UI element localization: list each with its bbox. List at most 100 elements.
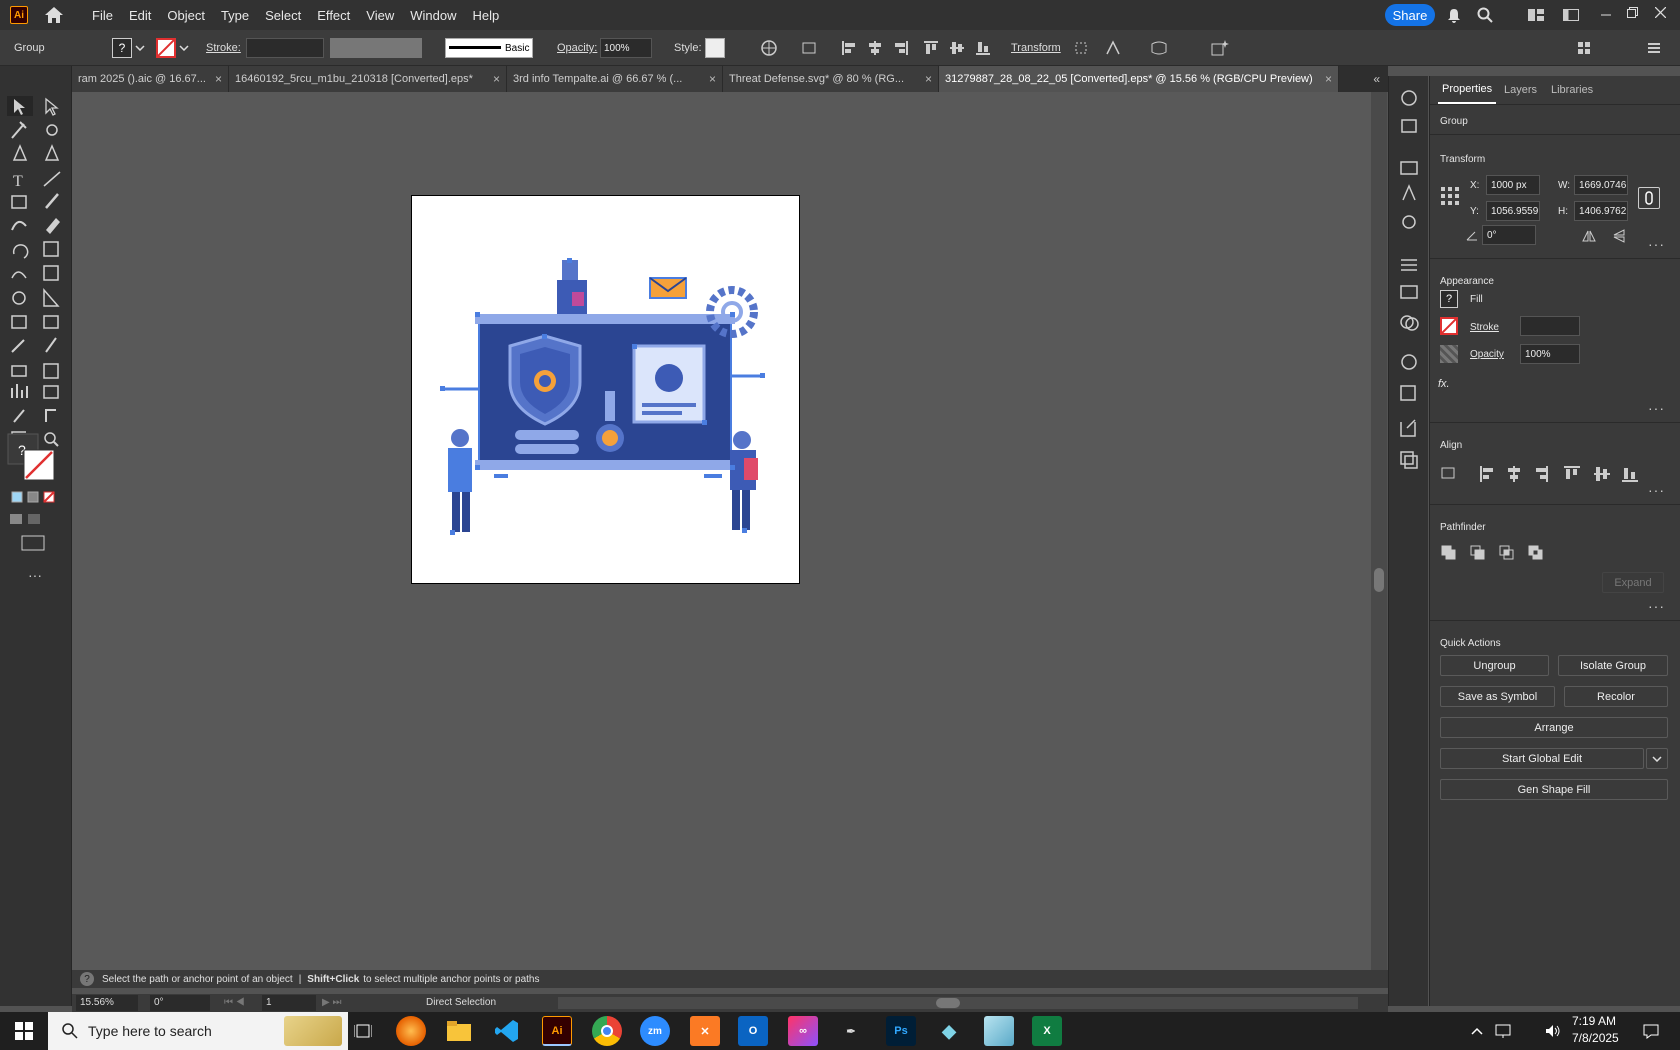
vertical-scrollbar[interactable]	[1371, 92, 1387, 970]
opacity-input[interactable]: 100%	[1520, 344, 1580, 364]
clock-date[interactable]: 7/8/2025	[1572, 1031, 1619, 1045]
transform-link[interactable]: Transform	[1011, 42, 1061, 54]
bell-icon[interactable]	[1446, 7, 1462, 23]
h-input[interactable]: 1406.9762	[1574, 201, 1628, 221]
more-options-icon[interactable]: ···	[1648, 400, 1665, 416]
envelope-warp-icon[interactable]	[1150, 39, 1168, 57]
menu-window[interactable]: Window	[402, 8, 464, 23]
stroke-swatch[interactable]	[156, 38, 176, 58]
close-icon[interactable]: ×	[215, 72, 222, 86]
recolor-button[interactable]: Recolor	[1564, 686, 1668, 707]
app-glass-icon[interactable]	[984, 1016, 1014, 1046]
artboard[interactable]	[411, 195, 800, 584]
chevron-up-icon[interactable]	[1470, 1024, 1484, 1038]
align-hcenter-icon[interactable]	[866, 39, 884, 57]
arrange-button[interactable]: Arrange	[1440, 717, 1668, 738]
pen-tool-app-icon[interactable]: ✒	[836, 1016, 866, 1046]
save-as-symbol-button[interactable]: Save as Symbol	[1440, 686, 1555, 707]
expand-button[interactable]: Expand	[1602, 572, 1664, 593]
network-icon[interactable]	[1494, 1022, 1512, 1040]
zoom-icon[interactable]: zm	[640, 1016, 670, 1046]
security-illustration[interactable]	[412, 196, 801, 585]
artboard-select[interactable]: 1	[262, 995, 316, 1011]
speaker-icon[interactable]	[1544, 1022, 1562, 1040]
angle-input[interactable]: 0°	[1482, 225, 1536, 245]
chrome-icon[interactable]	[592, 1016, 622, 1046]
start-global-edit-button[interactable]: Start Global Edit	[1440, 748, 1644, 769]
minimize-icon[interactable]	[1598, 6, 1614, 22]
menu-file[interactable]: File	[84, 8, 121, 23]
align-buttons[interactable]	[1438, 464, 1638, 484]
ungroup-button[interactable]: Ungroup	[1440, 655, 1549, 676]
firefox-icon[interactable]	[396, 1016, 426, 1046]
menu-edit[interactable]: Edit	[121, 8, 159, 23]
app-diamond-icon[interactable]: ◆	[934, 1016, 964, 1046]
puppet-warp-icon[interactable]	[1104, 39, 1122, 57]
more-options-icon[interactable]: ···	[1648, 236, 1665, 252]
angle-icon[interactable]	[1464, 227, 1480, 243]
arrange-documents-icon[interactable]	[1527, 8, 1545, 22]
task-view-icon[interactable]	[348, 1016, 378, 1046]
more-options-icon[interactable]: ···	[1648, 598, 1665, 614]
tabs-overflow-icon[interactable]: «	[1373, 72, 1380, 86]
taskbar-search[interactable]: Type here to search	[48, 1012, 348, 1050]
close-icon[interactable]: ×	[1325, 72, 1332, 86]
excel-icon[interactable]: X	[1032, 1016, 1062, 1046]
x-input[interactable]: 1000 px	[1486, 175, 1540, 195]
menu-help[interactable]: Help	[464, 8, 507, 23]
xampp-icon[interactable]: ✕	[690, 1016, 720, 1046]
creative-cloud-icon[interactable]: ∞	[788, 1016, 818, 1046]
workspace-icon[interactable]	[1562, 8, 1580, 22]
gen-fill-icon[interactable]	[1210, 39, 1230, 57]
align-bottom-icon[interactable]	[974, 39, 992, 57]
tab-document-4[interactable]: Threat Defense.svg* @ 80 % (RG... ×	[723, 66, 939, 92]
fx-button[interactable]: fx.	[1438, 378, 1450, 390]
isolate-icon[interactable]	[1072, 39, 1090, 57]
more-options-icon[interactable]: ···	[1648, 482, 1665, 498]
close-icon[interactable]: ×	[925, 72, 932, 86]
menu-view[interactable]: View	[358, 8, 402, 23]
menu-effect[interactable]: Effect	[309, 8, 358, 23]
style-swatch[interactable]	[705, 38, 725, 58]
stroke-swatch[interactable]	[1440, 317, 1458, 335]
dock-panel-icons[interactable]	[1389, 76, 1429, 476]
horizontal-scrollbar[interactable]	[558, 997, 1358, 1009]
fill-swatch[interactable]: ?	[112, 38, 132, 58]
rotation-select[interactable]: 0°	[150, 995, 210, 1011]
variable-width-profile[interactable]	[330, 38, 422, 58]
vscode-icon[interactable]	[492, 1016, 522, 1046]
y-input[interactable]: 1056.9559	[1486, 201, 1540, 221]
isolate-group-button[interactable]: Isolate Group	[1558, 655, 1668, 676]
opacity-input[interactable]: 100%	[600, 38, 652, 58]
tab-properties[interactable]: Properties	[1438, 76, 1497, 104]
recolor-icon[interactable]	[760, 39, 778, 57]
close-icon[interactable]: ×	[709, 72, 716, 86]
constrain-link-icon[interactable]	[1638, 187, 1660, 209]
windows-start-icon[interactable]	[14, 1021, 34, 1041]
tool-icons[interactable]: T ? ···	[0, 66, 72, 1006]
restore-icon[interactable]	[1624, 4, 1640, 20]
global-edit-options-button[interactable]	[1646, 748, 1668, 769]
menu-type[interactable]: Type	[213, 8, 257, 23]
stroke-weight-input[interactable]	[1520, 316, 1580, 336]
stroke-label[interactable]: Stroke	[1470, 322, 1499, 333]
photoshop-icon[interactable]: Ps	[886, 1016, 916, 1046]
pathfinder-buttons[interactable]	[1440, 544, 1550, 562]
tab-document-active[interactable]: 31279887_28_08_22_05 [Converted].eps* @ …	[939, 66, 1339, 92]
align-vcenter-icon[interactable]	[948, 39, 966, 57]
reference-point-icon[interactable]	[1440, 186, 1460, 206]
tab-document-3[interactable]: 3rd info Tempalte.ai @ 66.67 % (... ×	[507, 66, 723, 92]
chevron-down-icon[interactable]	[134, 42, 146, 54]
artboard-navigation-next[interactable]: ▶ ⏭	[322, 997, 341, 1008]
search-icon[interactable]	[1476, 6, 1494, 24]
clock-time[interactable]: 7:19 AM	[1572, 1014, 1616, 1028]
panel-menu-icon[interactable]	[1646, 40, 1662, 56]
fill-swatch[interactable]: ?	[1440, 290, 1458, 308]
file-explorer-icon[interactable]	[444, 1016, 474, 1046]
stroke-weight-input[interactable]	[246, 38, 324, 58]
align-right-icon[interactable]	[892, 39, 910, 57]
chevron-down-icon[interactable]	[178, 42, 190, 54]
tab-document-2[interactable]: 16460192_5rcu_m1bu_210318 [Converted].ep…	[229, 66, 507, 92]
menu-object[interactable]: Object	[159, 8, 213, 23]
close-icon[interactable]	[1652, 4, 1668, 20]
